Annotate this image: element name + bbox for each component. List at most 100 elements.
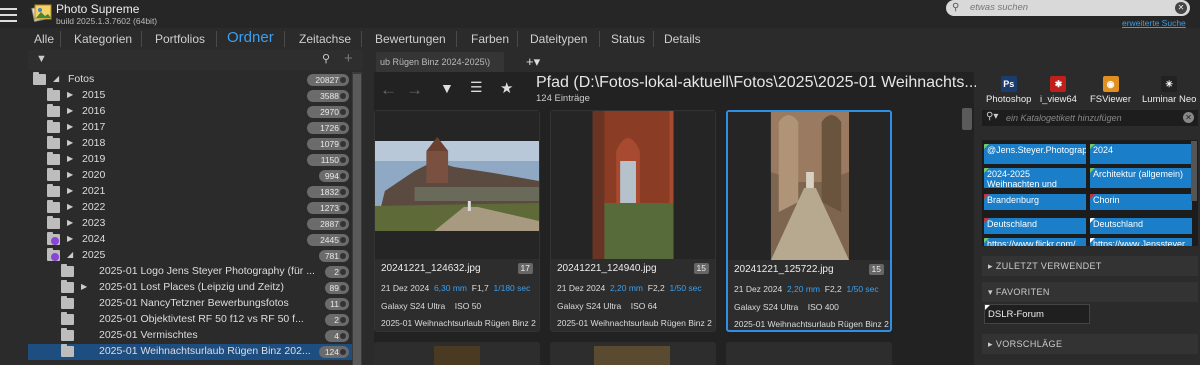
photo-thumbnail[interactable] xyxy=(375,111,539,259)
folder-icon xyxy=(47,152,60,165)
tab-portfolios[interactable]: Portfolios xyxy=(155,32,205,46)
add-tab-icon[interactable]: +▾ xyxy=(526,54,540,70)
tree-row[interactable]: 2025-01 Weihnachtsurlaub Rügen Binz 202.… xyxy=(28,344,353,360)
collapse-arrow-icon[interactable]: ◢ xyxy=(67,250,73,259)
thumbnail-card[interactable] xyxy=(550,342,716,365)
tab-alle[interactable]: Alle xyxy=(34,32,54,46)
tree-row[interactable]: ◢ Fotos 20827 xyxy=(28,72,353,88)
tab-ordner[interactable]: Ordner xyxy=(227,29,274,46)
thumbnail-card[interactable] xyxy=(726,342,892,365)
thumbnail-card[interactable]: 20241221_124940.jpg 15 21 Dez 2024 2,20 … xyxy=(550,110,716,332)
folder-icon xyxy=(61,328,74,341)
tag-chip[interactable]: 2024-2025 Weihnachten und xyxy=(984,168,1086,188)
thumbnail-card[interactable]: 20241221_125722.jpg 15 21 Dez 2024 2,20 … xyxy=(726,110,892,332)
section-recent[interactable]: ▸ ZULETZT VERWENDET xyxy=(982,256,1198,276)
expand-arrow-icon[interactable]: ▶ xyxy=(67,106,73,115)
external-app-button[interactable]: ◉ FSViewer xyxy=(1090,76,1131,105)
expand-arrow-icon[interactable]: ▶ xyxy=(67,218,73,227)
hamburger-menu-icon[interactable] xyxy=(0,4,17,24)
tag-chip[interactable]: @Jens.Steyer.Photography xyxy=(984,144,1086,164)
filter-icon[interactable]: ▼ xyxy=(440,80,454,96)
search-input[interactable]: ⚲ etwas suchen ✕ xyxy=(946,0,1190,16)
back-arrow-icon[interactable]: ← xyxy=(380,80,397,100)
focal-length: 6,30 mm xyxy=(433,283,468,293)
star-icon[interactable]: ★ xyxy=(500,79,513,97)
section-favorites[interactable]: ▾ FAVORITEN xyxy=(982,282,1198,302)
tab-zeitachse[interactable]: Zeitachse xyxy=(299,32,351,46)
expand-arrow-icon[interactable]: ▶ xyxy=(67,202,73,211)
clear-search-icon[interactable]: ✕ xyxy=(1175,2,1187,14)
thumbnail-scrollbar[interactable] xyxy=(962,108,972,130)
thumbnail-card[interactable]: 20241221_124632.jpg 17 21 Dez 2024 6,30 … xyxy=(374,110,540,332)
photo-thumbnail[interactable] xyxy=(551,111,715,259)
tree-row[interactable]: ▶ 2023 2887 xyxy=(28,216,353,232)
external-app-button[interactable]: Ps Photoshop xyxy=(986,76,1031,105)
tree-row[interactable]: ▶ 2018 1079 xyxy=(28,136,353,152)
forward-arrow-icon[interactable]: → xyxy=(406,80,423,100)
expand-icon: ▸ xyxy=(988,339,996,349)
search-icon[interactable]: ⚲ xyxy=(322,52,330,65)
tab-bewertungen[interactable]: Bewertungen xyxy=(375,32,446,46)
tab-details[interactable]: Details xyxy=(664,32,701,46)
expand-arrow-icon[interactable]: ▶ xyxy=(67,154,73,163)
tag-chip[interactable]: https://www.Jenssteyer xyxy=(1090,238,1192,246)
tree-row[interactable]: 2025-01 NancyTetzner Bewerbungsfotos 11 xyxy=(28,296,353,312)
count-badge: 89 xyxy=(325,282,349,294)
tree-row[interactable]: 2025-01 Logo Jens Steyer Photography (fü… xyxy=(28,264,353,280)
folder-tab[interactable]: ub Rügen Binz 2024-2025\) xyxy=(376,52,504,72)
advanced-search-link[interactable]: erweiterte Suche xyxy=(1122,18,1186,28)
count-badge: 2445 xyxy=(307,234,349,246)
count-badge: 124 xyxy=(319,346,349,358)
tag-chip[interactable]: Brandenburg xyxy=(984,194,1086,210)
filter-icon[interactable]: ▼ xyxy=(36,53,47,65)
section-suggestions[interactable]: ▸ VORSCHLÄGE xyxy=(982,334,1198,354)
expand-arrow-icon[interactable]: ▶ xyxy=(81,282,87,291)
tag-chip[interactable]: Architektur (allgemein) xyxy=(1090,168,1192,188)
tag-chip[interactable]: https://www.flickr.com/ xyxy=(984,238,1086,246)
app-label: Luminar Neo xyxy=(1142,94,1197,105)
tree-row[interactable]: 2025-01 Vermischtes 4 xyxy=(28,328,353,344)
expand-arrow-icon[interactable]: ▶ xyxy=(67,186,73,195)
tree-row[interactable]: ◢ 2025 781 xyxy=(28,248,353,264)
tab-kategorien[interactable]: Kategorien xyxy=(74,32,132,46)
photo-thumbnail[interactable] xyxy=(728,112,890,260)
expand-arrow-icon[interactable]: ▶ xyxy=(67,90,73,99)
expand-arrow-icon[interactable]: ▶ xyxy=(67,138,73,147)
favorite-item[interactable]: DSLR-Forum xyxy=(984,304,1090,324)
stack-icon[interactable]: ☰ xyxy=(470,79,483,96)
entry-count: 124 Einträge xyxy=(536,93,590,104)
tag-chip[interactable]: Chorin xyxy=(1090,194,1192,210)
tree-row[interactable]: ▶ 2024 2445 xyxy=(28,232,353,248)
expand-arrow-icon[interactable]: ▶ xyxy=(67,234,73,243)
tree-row[interactable]: ▶ 2021 1832 xyxy=(28,184,353,200)
add-icon[interactable]: + xyxy=(344,50,353,67)
tab-status[interactable]: Status xyxy=(611,32,645,46)
thumbnail-card[interactable] xyxy=(374,342,540,365)
tree-row[interactable]: ▶ 2020 994 xyxy=(28,168,353,184)
external-app-button[interactable]: ✳ Luminar Neo xyxy=(1142,76,1196,105)
tab-dateitypen[interactable]: Dateitypen xyxy=(530,32,587,46)
tag-search-input[interactable]: ⚲▾ ein Katalogetikett hinzufügen ✕ xyxy=(982,110,1198,126)
expand-arrow-icon[interactable]: ▶ xyxy=(67,122,73,131)
tree-label: 2017 xyxy=(82,121,106,133)
collapse-arrow-icon[interactable]: ◢ xyxy=(53,74,59,83)
expand-arrow-icon[interactable]: ▶ xyxy=(67,170,73,179)
folder-scrollbar[interactable] xyxy=(352,72,362,365)
tag-chip[interactable]: 2024 xyxy=(1090,144,1192,164)
tag-chip[interactable]: Deutschland xyxy=(984,218,1086,234)
external-app-button[interactable]: ✱ i_view64 xyxy=(1040,76,1077,105)
count-badge: 1726 xyxy=(307,122,349,134)
tree-row[interactable]: ▶ 2022 1273 xyxy=(28,200,353,216)
focal-length: 2,20 mm xyxy=(609,283,644,293)
tree-row[interactable]: 2025-01 Objektivtest RF 50 f12 vs RF 50 … xyxy=(28,312,353,328)
tab-farben[interactable]: Farben xyxy=(471,32,509,46)
tag-chip[interactable]: Deutschland xyxy=(1090,218,1192,234)
tree-row[interactable]: ▶ 2025-01 Lost Places (Leipzig und Zeitz)… xyxy=(28,280,353,296)
tree-row[interactable]: ▶ 2016 2970 xyxy=(28,104,353,120)
tree-row[interactable]: ▶ 2019 1150 xyxy=(28,152,353,168)
scrollbar-thumb[interactable] xyxy=(353,74,361,365)
tree-row[interactable]: ▶ 2015 3588 xyxy=(28,88,353,104)
clear-icon[interactable]: ✕ xyxy=(1183,112,1194,123)
tree-row[interactable]: ▶ 2017 1726 xyxy=(28,120,353,136)
tag-scrollbar[interactable] xyxy=(1191,141,1197,201)
